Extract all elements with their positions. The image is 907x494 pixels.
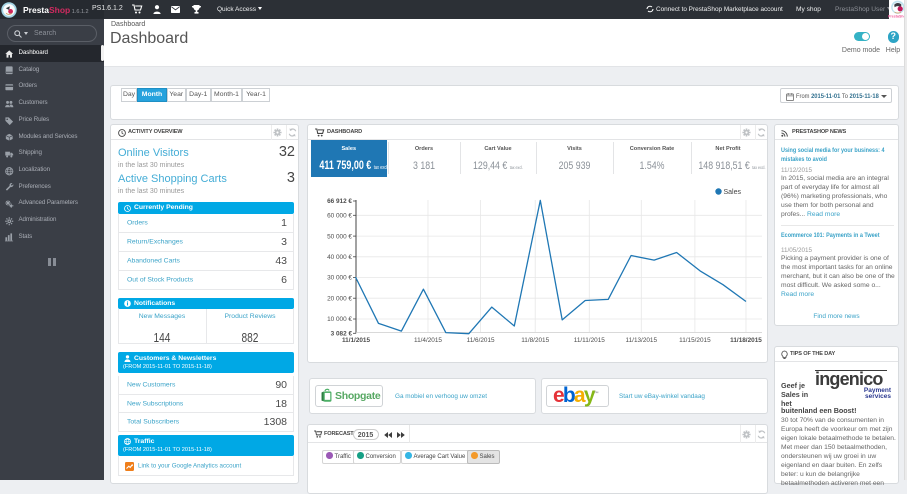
svg-text:11/1/2015: 11/1/2015 [342, 337, 371, 344]
svg-text:11/18/2015: 11/18/2015 [730, 337, 762, 344]
svg-text:11/13/2015: 11/13/2015 [626, 337, 658, 344]
svg-text:20 000 €: 20 000 € [327, 295, 352, 302]
svg-text:11/11/2015: 11/11/2015 [574, 337, 605, 344]
svg-text:50 000 €: 50 000 € [327, 233, 352, 240]
svg-text:Sales: Sales [724, 189, 742, 196]
svg-text:11/15/2015: 11/15/2015 [679, 337, 711, 344]
svg-text:30 000 €: 30 000 € [327, 275, 352, 282]
svg-text:11/4/2015: 11/4/2015 [414, 337, 442, 344]
svg-text:40 000 €: 40 000 € [327, 254, 352, 261]
svg-text:10 000 €: 10 000 € [327, 316, 352, 323]
svg-text:66 912 €: 66 912 € [327, 198, 352, 205]
svg-text:60 000 €: 60 000 € [327, 213, 352, 220]
svg-text:11/8/2015: 11/8/2015 [521, 337, 549, 344]
svg-text:11/6/2015: 11/6/2015 [467, 337, 495, 344]
